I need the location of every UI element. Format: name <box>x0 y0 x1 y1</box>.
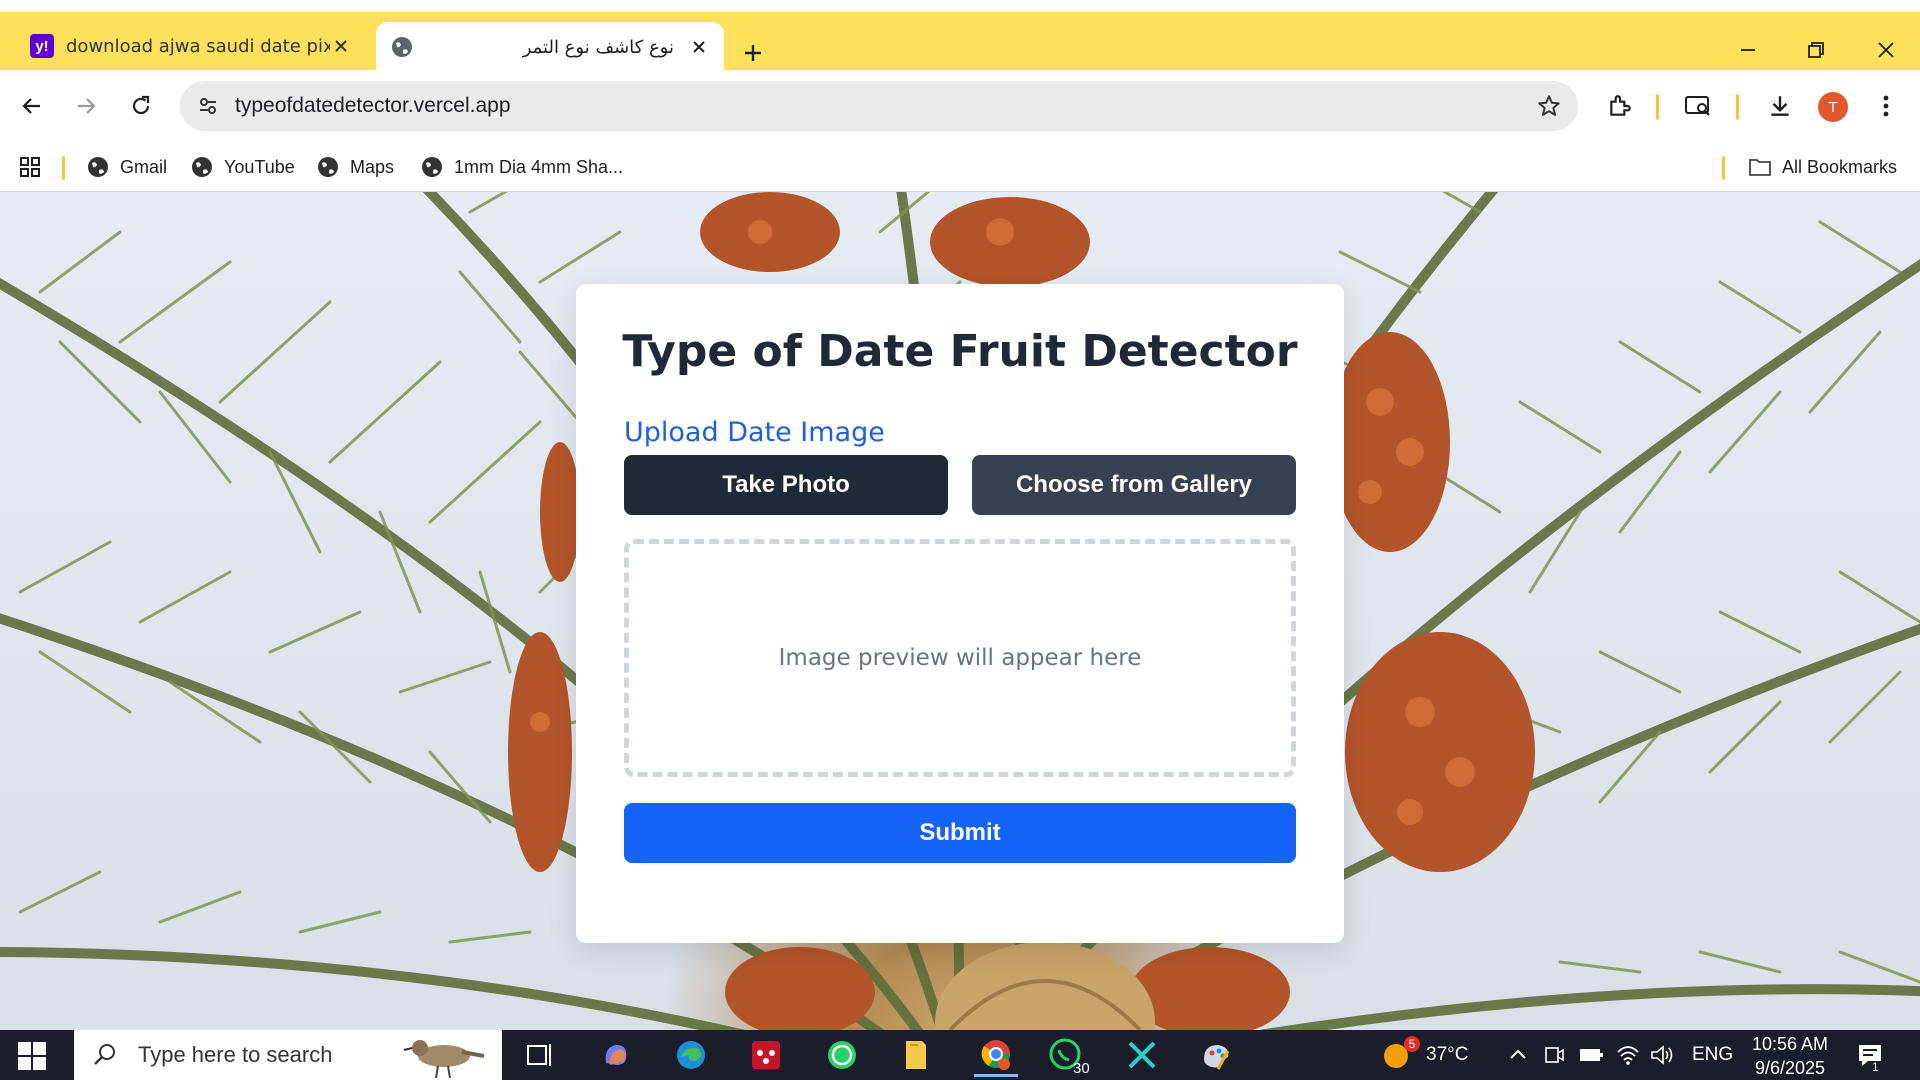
image-preview-area: Image preview will appear here <box>624 539 1296 777</box>
tab-strip: y! download ajwa saudi date pixel نوع كا… <box>0 0 1920 72</box>
language-label: ENG <box>1692 1044 1734 1065</box>
weather-badge: 5 <box>1404 1036 1420 1052</box>
volume-icon[interactable] <box>1650 1030 1676 1080</box>
take-photo-button[interactable]: Take Photo <box>624 455 948 515</box>
tab-title: نوع كاشف نوع التمر <box>522 36 674 58</box>
bookmark-product[interactable]: 1mm Dia 4mm Sha... <box>420 142 623 192</box>
weather-widget[interactable]: 5 37°C <box>1380 1030 1468 1080</box>
page-content: Type of Date Fruit Detector Upload Date … <box>0 192 1920 1030</box>
whatsapp-badge: 30 <box>1073 1060 1090 1077</box>
temperature: 37°C <box>1426 1044 1469 1065</box>
close-window-icon[interactable] <box>1856 30 1916 70</box>
address-bar[interactable]: typeofdatedetector.vercel.app <box>180 81 1578 131</box>
all-bookmarks-button[interactable]: All Bookmarks <box>1748 142 1897 192</box>
tab-title: download ajwa saudi date pixel <box>66 35 330 57</box>
bookmark-youtube[interactable]: YouTube <box>190 142 295 192</box>
apps-grid-icon[interactable] <box>18 142 52 192</box>
tab-active[interactable]: نوع كاشف نوع التمر <box>376 22 724 72</box>
bookmark-divider <box>1722 156 1725 180</box>
battery-icon[interactable] <box>1578 1030 1604 1080</box>
task-view-icon[interactable] <box>522 1037 558 1073</box>
site-info-icon[interactable] <box>196 94 220 118</box>
upload-label: Upload Date Image <box>624 417 885 448</box>
clock[interactable]: 10:56 AM 9/6/2025 <box>1748 1032 1832 1080</box>
bookmark-label: Maps <box>350 156 395 177</box>
browser-toolbar: typeofdatedetector.vercel.app T <box>0 70 1920 142</box>
cast-search-icon[interactable] <box>1678 86 1718 126</box>
globe-icon <box>88 157 108 177</box>
new-tab-button[interactable] <box>738 38 768 68</box>
wifi-icon[interactable] <box>1616 1030 1640 1080</box>
chevron-up-icon <box>1510 1049 1526 1059</box>
forward-icon[interactable] <box>66 86 106 126</box>
download-icon[interactable] <box>1760 86 1800 126</box>
chrome-icon[interactable] <box>974 1033 1018 1077</box>
bookmark-label: 1mm Dia 4mm Sha... <box>454 156 624 177</box>
bookmark-gmail[interactable]: Gmail <box>86 142 167 192</box>
taskbar: Type here to search 30 5 37°C ENG 10:56 … <box>0 1030 1920 1080</box>
notification-count: 1 <box>1872 1060 1879 1074</box>
copilot-icon[interactable] <box>598 1037 634 1073</box>
file-explorer-icon[interactable] <box>898 1037 934 1073</box>
edge-icon[interactable] <box>673 1037 709 1073</box>
folder-icon <box>1749 159 1771 176</box>
globe-icon <box>318 157 338 177</box>
show-hidden-icons[interactable] <box>1508 1030 1528 1080</box>
reload-icon[interactable] <box>121 86 161 126</box>
detector-card: Type of Date Fruit Detector Upload Date … <box>576 284 1344 943</box>
clock-time: 10:56 AM <box>1751 1034 1829 1054</box>
bookmark-maps[interactable]: Maps <box>316 142 394 192</box>
back-icon[interactable] <box>12 86 52 126</box>
toolbar-divider <box>1656 94 1659 120</box>
menu-kebab-icon[interactable] <box>1866 86 1906 126</box>
bookmark-label: YouTube <box>224 156 295 177</box>
search-icon <box>94 1044 115 1065</box>
close-tab-icon[interactable] <box>330 35 352 57</box>
extensions-icon[interactable] <box>1600 86 1640 126</box>
url-text: typeofdatedetector.vercel.app <box>235 94 511 117</box>
preview-placeholder: Image preview will appear here <box>778 645 1142 671</box>
tab-inactive[interactable]: y! download ajwa saudi date pixel <box>16 22 366 70</box>
capcut-icon[interactable] <box>1124 1037 1160 1073</box>
bookmarks-bar: Gmail YouTube Maps 1mm Dia 4mm Sha... Al… <box>0 142 1920 192</box>
mendeley-icon[interactable] <box>748 1037 784 1073</box>
language-indicator[interactable]: ENG <box>1692 1030 1733 1080</box>
paint-icon[interactable] <box>1198 1037 1234 1073</box>
globe-icon <box>422 157 442 177</box>
toolbar-divider <box>1736 94 1739 120</box>
globe-icon <box>192 157 212 177</box>
bookmark-divider <box>62 156 65 180</box>
minimize-icon[interactable] <box>1718 30 1778 70</box>
choose-gallery-button[interactable]: Choose from Gallery <box>972 455 1296 515</box>
submit-button[interactable]: Submit <box>624 803 1296 863</box>
bookmark-star-icon[interactable] <box>1536 93 1562 119</box>
page-title: Type of Date Fruit Detector <box>622 326 1298 377</box>
close-tab-icon[interactable] <box>688 36 710 58</box>
whatsapp-icon[interactable] <box>824 1037 860 1073</box>
restore-icon[interactable] <box>1786 30 1846 70</box>
profile-avatar[interactable]: T <box>1818 92 1848 122</box>
bird-icon <box>403 1040 485 1078</box>
search-placeholder: Type here to search <box>138 1042 333 1067</box>
windows-start-icon[interactable] <box>16 1040 48 1072</box>
taskbar-search[interactable]: Type here to search <box>74 1030 502 1080</box>
meet-now-icon[interactable] <box>1543 1030 1565 1080</box>
globe-icon <box>390 35 414 59</box>
yahoo-icon: y! <box>30 34 54 58</box>
notifications-icon[interactable]: 1 <box>1856 1030 1884 1080</box>
bookmark-label: Gmail <box>120 156 168 177</box>
all-bookmarks-label: All Bookmarks <box>1782 156 1898 177</box>
clock-date: 9/6/2025 <box>1754 1058 1826 1078</box>
